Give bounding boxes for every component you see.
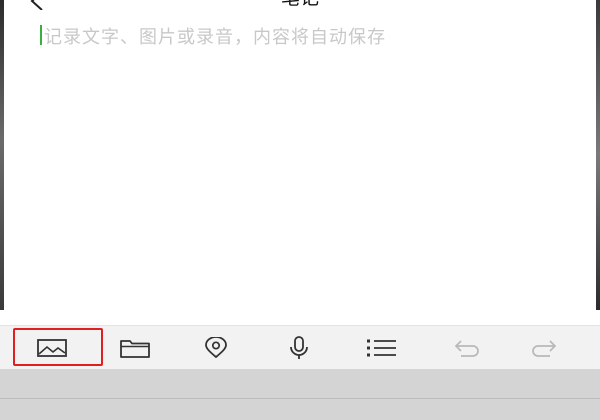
left-background-edge bbox=[0, 0, 4, 310]
bottom-divider bbox=[0, 398, 600, 399]
note-placeholder: 记录文字、图片或录音，内容将自动保存 bbox=[44, 27, 386, 48]
right-background-edge bbox=[596, 0, 600, 310]
note-screen: 笔记 记录文字、图片或录音，内容将自动保存 bbox=[0, 0, 600, 420]
text-cursor bbox=[40, 25, 42, 45]
bottom-panel bbox=[0, 369, 600, 420]
insert-list-button[interactable] bbox=[352, 326, 412, 370]
insert-location-button[interactable] bbox=[186, 326, 246, 370]
undo-button[interactable] bbox=[436, 326, 496, 370]
microphone-icon bbox=[290, 336, 308, 359]
navigation-bar: 笔记 bbox=[0, 0, 600, 12]
insert-file-button[interactable] bbox=[105, 326, 165, 370]
page-title: 笔记 bbox=[0, 0, 600, 8]
location-icon bbox=[205, 337, 227, 359]
note-text-area[interactable]: 记录文字、图片或录音，内容将自动保存 bbox=[38, 20, 578, 310]
list-icon bbox=[367, 339, 396, 357]
folder-icon bbox=[120, 340, 150, 358]
undo-icon bbox=[454, 340, 479, 357]
image-button-highlight bbox=[13, 328, 103, 366]
redo-icon bbox=[532, 340, 557, 357]
redo-button[interactable] bbox=[515, 326, 575, 370]
record-voice-button[interactable] bbox=[269, 326, 329, 370]
